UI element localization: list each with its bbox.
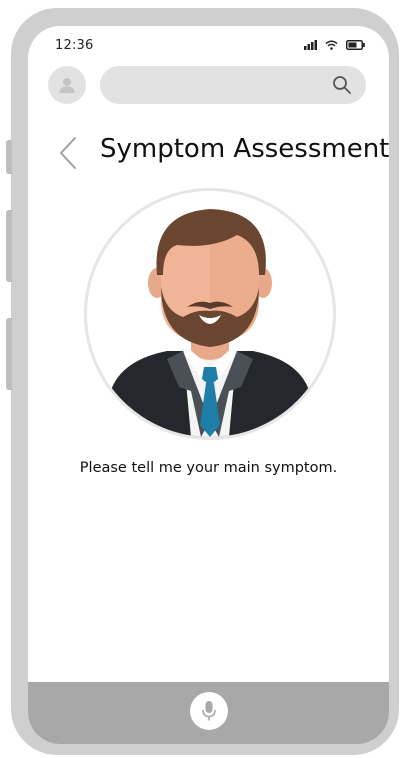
assessment-prompt: Please tell me your main symptom. bbox=[79, 460, 338, 476]
status-time: 12:36 bbox=[55, 38, 94, 53]
status-bar: 12:36 bbox=[28, 26, 389, 66]
chevron-left-icon[interactable] bbox=[58, 136, 78, 170]
bottom-bar bbox=[28, 682, 389, 744]
volume-up-button bbox=[6, 210, 12, 282]
doctor-avatar bbox=[84, 188, 336, 440]
search-icon[interactable] bbox=[332, 75, 352, 95]
signal-icon bbox=[304, 40, 317, 50]
page: 12:36 Symptom Assessment Please tell me … bbox=[0, 0, 401, 758]
battery-icon bbox=[346, 40, 365, 50]
doctor-illustration bbox=[109, 209, 311, 437]
status-icons bbox=[304, 40, 365, 50]
page-title: Symptom Assessment bbox=[100, 134, 389, 164]
phone-side-button bbox=[6, 140, 12, 174]
volume-down-button bbox=[6, 318, 12, 390]
user-avatar-icon bbox=[59, 78, 75, 93]
user-avatar-button[interactable] bbox=[48, 66, 86, 104]
microphone-icon bbox=[201, 701, 216, 721]
microphone-button[interactable] bbox=[189, 692, 228, 730]
wifi-icon bbox=[325, 40, 338, 50]
phone-screen: 12:36 Symptom Assessment Please tell me … bbox=[28, 26, 389, 744]
search-input[interactable] bbox=[100, 66, 366, 104]
